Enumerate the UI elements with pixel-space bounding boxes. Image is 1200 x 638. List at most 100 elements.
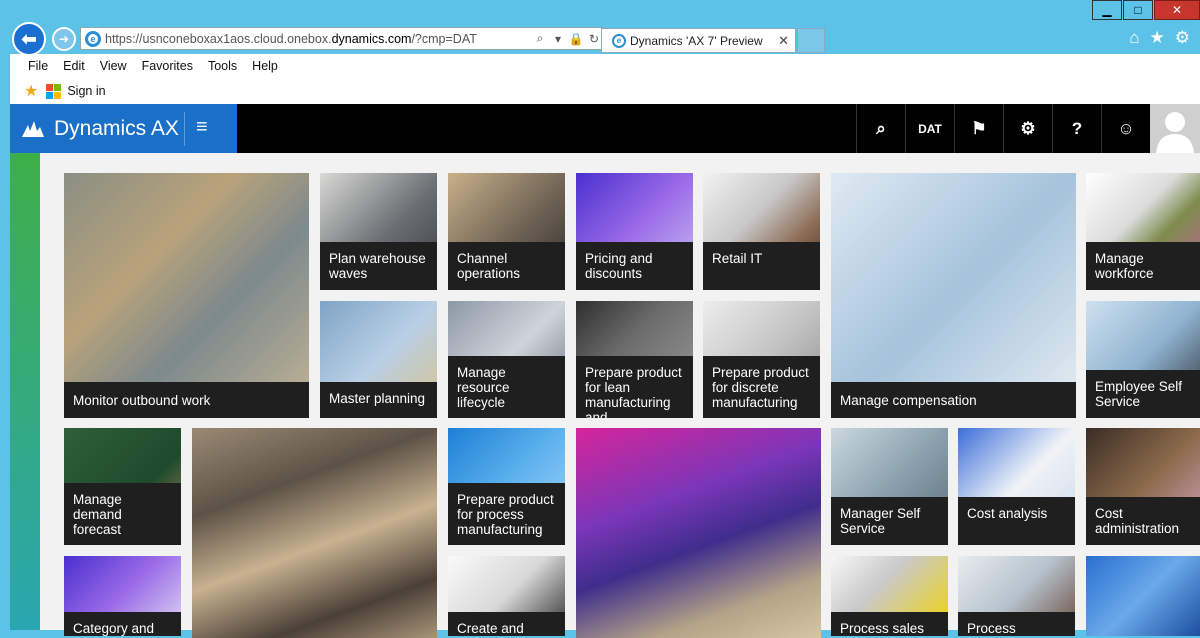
user-avatar[interactable] bbox=[1150, 104, 1200, 153]
forward-button[interactable]: ➜ bbox=[52, 27, 76, 51]
favorites-add-icon[interactable]: ★ bbox=[24, 81, 38, 101]
tile-label: Pricing and discounts bbox=[576, 242, 693, 290]
workspace-tile[interactable]: Master planning bbox=[320, 301, 437, 418]
workspace-tile[interactable]: Prepare product for discrete manufacturi… bbox=[703, 301, 820, 418]
tab-ie-icon: e bbox=[612, 33, 626, 48]
close-window-button[interactable]: ✕ bbox=[1154, 0, 1200, 20]
tile-label: Process sales bbox=[831, 612, 948, 636]
maximize-button[interactable]: □ bbox=[1123, 0, 1153, 20]
workspace-tile[interactable]: Monitor outbound work bbox=[64, 173, 309, 418]
tools-gear-icon[interactable]: ⚙ bbox=[1175, 28, 1190, 48]
tile-label: Manage demand forecast bbox=[64, 483, 181, 545]
company-picker[interactable]: DAT bbox=[905, 104, 954, 153]
navigation-menu-icon[interactable]: ≡ bbox=[196, 116, 208, 139]
workspace-tile[interactable]: Create and maintain bbox=[448, 556, 565, 636]
brand-bar: Dynamics AX ≡ bbox=[10, 104, 237, 153]
workspace-tile[interactable]: Manager Self Service bbox=[831, 428, 948, 545]
app-toolbar: ⌕ DAT ⚑ ⚙ ? ☺ bbox=[856, 104, 1150, 153]
menu-view[interactable]: View bbox=[100, 59, 127, 73]
tile-label: Manage workforce bbox=[1086, 242, 1200, 290]
forward-arrow-icon: ➜ bbox=[58, 32, 70, 46]
menu-file[interactable]: File bbox=[28, 59, 48, 73]
workspace-tile[interactable]: Channel operations bbox=[448, 173, 565, 290]
tile-label: Prepare product for process manufacturin… bbox=[448, 483, 565, 545]
tile-label: Create and maintain bbox=[448, 612, 565, 636]
tile-label: Employee Self Service bbox=[1086, 370, 1200, 418]
url-text[interactable]: https://usnconeboxax1aos.cloud.onebox.dy… bbox=[105, 32, 531, 46]
minimize-button[interactable]: ▁ bbox=[1092, 0, 1122, 20]
tile-label: Manage compensation bbox=[831, 382, 1076, 418]
back-arrow-icon: ⬅ bbox=[21, 28, 37, 49]
workspace-tile[interactable]: Prepare product for process manufacturin… bbox=[448, 428, 565, 545]
app-title: Dynamics AX bbox=[54, 116, 179, 140]
back-button[interactable]: ⬅ bbox=[12, 22, 46, 56]
workspace-tile[interactable]: Plan warehouse waves bbox=[320, 173, 437, 290]
address-bar[interactable]: e https://usnconeboxax1aos.cloud.onebox.… bbox=[80, 27, 604, 50]
workspace-tile[interactable] bbox=[1086, 556, 1200, 636]
tile-label: Process receipts bbox=[958, 612, 1075, 636]
browser-toolbar-icons: ⌂ ★ ⚙ bbox=[1129, 28, 1190, 48]
tile-label: Prepare product for lean manufacturing a… bbox=[576, 356, 693, 418]
tile-label: Manage resource lifecycle bbox=[448, 356, 565, 418]
menu-bar: File Edit View Favorites Tools Help bbox=[10, 54, 1200, 78]
menu-tools[interactable]: Tools bbox=[208, 59, 237, 73]
sign-in-link[interactable]: Sign in bbox=[67, 84, 105, 98]
menu-help[interactable]: Help bbox=[252, 59, 278, 73]
workspace-tile[interactable] bbox=[576, 428, 821, 638]
tile-label: Channel operations bbox=[448, 242, 565, 290]
browser-window: ⬅ ➜ e https://usnconeboxax1aos.cloud.one… bbox=[10, 0, 1200, 638]
workspace-tile[interactable]: Manage workforce bbox=[1086, 173, 1200, 290]
workspace-tile[interactable]: Retail IT bbox=[703, 173, 820, 290]
browser-tab[interactable]: e Dynamics 'AX 7' Preview ✕ bbox=[601, 28, 796, 53]
url-host: https://usnconeboxax1aos.cloud.onebox. bbox=[105, 31, 332, 46]
tile-label: Master planning bbox=[320, 382, 437, 418]
tile-label: Category and bbox=[64, 612, 181, 636]
favorites-bar: ★ Sign in bbox=[10, 78, 1200, 104]
settings-gear-icon[interactable]: ⚙ bbox=[1003, 104, 1052, 153]
flag-icon[interactable]: ⚑ bbox=[954, 104, 1003, 153]
left-accent-strip bbox=[10, 153, 40, 630]
tile-label: Cost administration bbox=[1086, 497, 1200, 545]
search-icon[interactable]: ⌕ bbox=[531, 31, 549, 46]
app-navigation-bar: Dynamics AX ≡ ⌕ DAT ⚑ ⚙ ? ☺ bbox=[10, 104, 1200, 153]
ie-icon: e bbox=[85, 30, 101, 47]
workspace-tile[interactable]: Manage resource lifecycle bbox=[448, 301, 565, 418]
workspace-area: Monitor outbound work Plan warehouse wave… bbox=[10, 153, 1200, 638]
workspace-tile[interactable]: Category and bbox=[64, 556, 181, 636]
dynamics-logo-icon bbox=[22, 120, 44, 137]
workspace-tile[interactable]: Cost analysis bbox=[958, 428, 1075, 545]
tab-close-icon[interactable]: ✕ bbox=[778, 33, 789, 49]
favorites-star-icon[interactable]: ★ bbox=[1150, 28, 1165, 48]
microsoft-logo-icon bbox=[46, 83, 62, 99]
workspace-tile[interactable]: Cost administration bbox=[1086, 428, 1200, 545]
workspace-tile[interactable]: Manage demand forecast bbox=[64, 428, 181, 545]
url-path: /?cmp=DAT bbox=[411, 31, 477, 46]
tile-label: Plan warehouse waves bbox=[320, 242, 437, 290]
workspace-tile[interactable]: Prepare product for lean manufacturing a… bbox=[576, 301, 693, 418]
new-tab-button[interactable] bbox=[797, 28, 825, 53]
lock-icon[interactable]: 🔒 bbox=[567, 32, 585, 46]
dropdown-icon[interactable]: ▾ bbox=[549, 32, 567, 46]
tile-label: Cost analysis bbox=[958, 497, 1075, 545]
tile-label: Prepare product for discrete manufacturi… bbox=[703, 356, 820, 418]
url-domain: dynamics.com bbox=[331, 31, 412, 46]
browser-chrome: ⬅ ➜ e https://usnconeboxax1aos.cloud.one… bbox=[10, 0, 1200, 56]
workspace-tile[interactable]: Pricing and discounts bbox=[576, 173, 693, 290]
workspace-tile[interactable]: Employee Self Service bbox=[1086, 301, 1200, 418]
help-icon[interactable]: ? bbox=[1052, 104, 1101, 153]
menu-favorites[interactable]: Favorites bbox=[142, 59, 193, 73]
workspace-tile[interactable] bbox=[192, 428, 437, 638]
tile-label: Monitor outbound work bbox=[64, 382, 309, 418]
workspace-tile[interactable]: Process receipts bbox=[958, 556, 1075, 636]
tile-label: Manager Self Service bbox=[831, 497, 948, 545]
tab-title: Dynamics 'AX 7' Preview bbox=[630, 33, 763, 48]
search-icon[interactable]: ⌕ bbox=[856, 104, 905, 153]
menu-edit[interactable]: Edit bbox=[63, 59, 85, 73]
home-icon[interactable]: ⌂ bbox=[1129, 28, 1139, 48]
workspace-tile[interactable]: Manage compensation bbox=[831, 173, 1076, 418]
feedback-smiley-icon[interactable]: ☺ bbox=[1101, 104, 1150, 153]
user-silhouette-icon bbox=[1156, 112, 1194, 153]
window-controls: ▁ □ ✕ bbox=[1091, 0, 1200, 20]
workspace-tile[interactable]: Process sales bbox=[831, 556, 948, 636]
tile-label: Retail IT bbox=[703, 242, 820, 290]
